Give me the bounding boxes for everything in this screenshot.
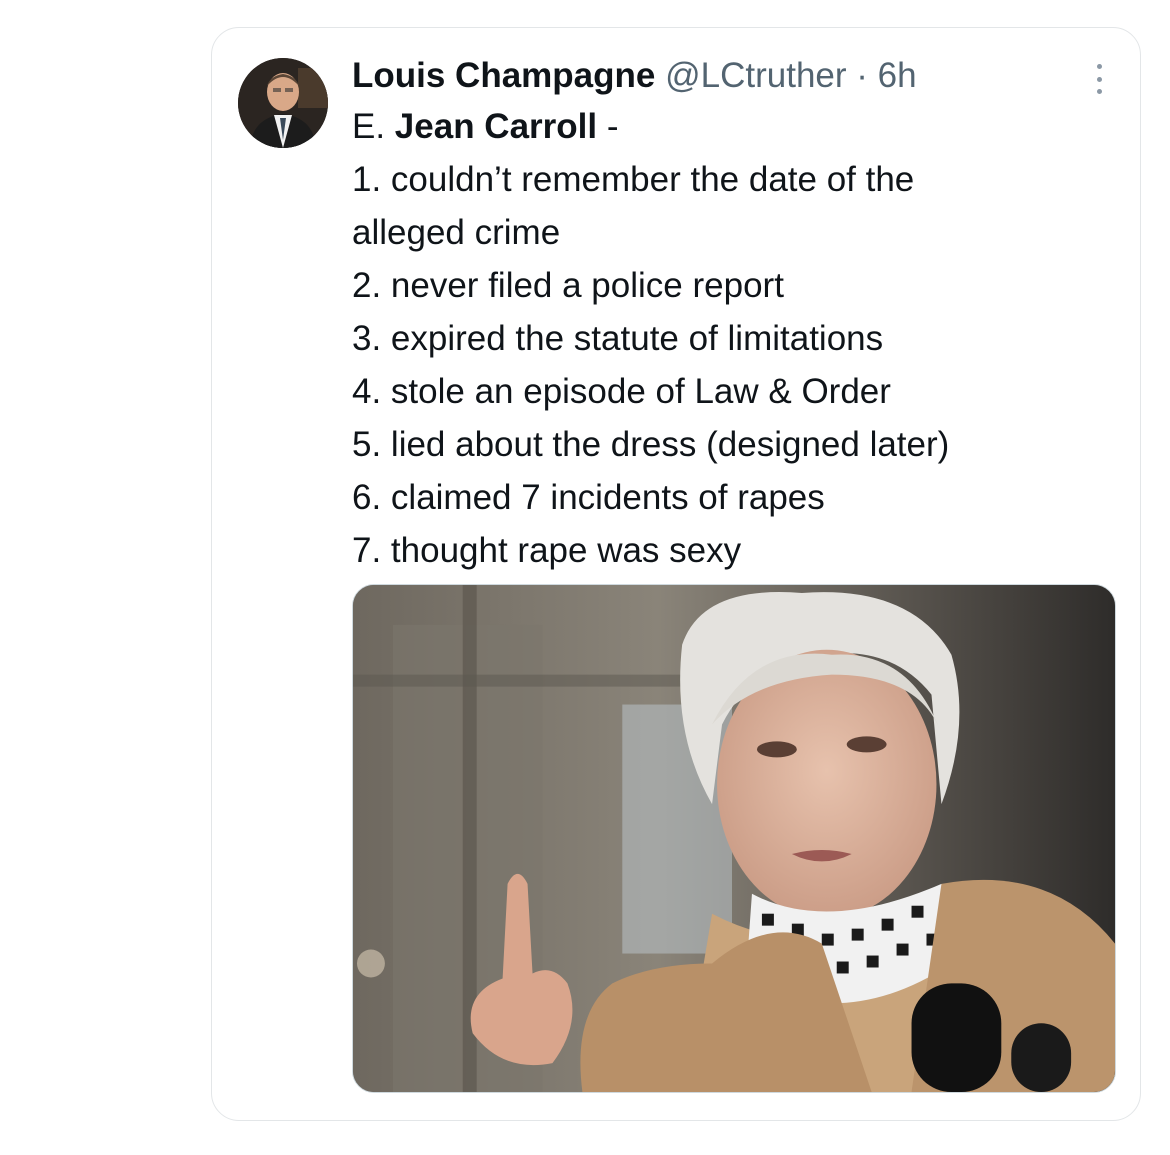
tweet-card[interactable]: Louis Champagne @LCtruther · 6h E. Jean …: [211, 27, 1141, 1121]
tweet-text: E. Jean Carroll - 1. couldn’t remember t…: [352, 100, 949, 577]
tweet-line: 6. claimed 7 incidents of rapes: [352, 478, 825, 517]
tweet-header: Louis Champagne @LCtruther · 6h: [352, 54, 917, 98]
tweet-line: 1. couldn’t remember the date of the: [352, 160, 915, 199]
subject-prefix: E.: [352, 107, 395, 146]
photo-image: [353, 585, 1115, 1092]
subject-name: Jean Carroll: [394, 107, 598, 146]
tweet-line: 4. stole an episode of Law & Order: [352, 372, 891, 411]
author-display-name[interactable]: Louis Champagne: [352, 56, 655, 95]
tweet-photo[interactable]: [352, 584, 1116, 1093]
avatar[interactable]: [238, 58, 328, 148]
author-handle[interactable]: @LCtruther: [665, 56, 846, 95]
avatar-image: [238, 58, 328, 148]
more-vertical-icon: [1096, 64, 1102, 69]
tweet-line: 2. never filed a police report: [352, 266, 784, 305]
tweet-line: 5. lied about the dress (designed later): [352, 425, 950, 464]
tweet-line: 7. thought rape was sexy: [352, 531, 742, 570]
more-options-button[interactable]: [1092, 64, 1106, 94]
tweet-timestamp[interactable]: 6h: [878, 56, 917, 95]
tweet-line: 3. expired the statute of limitations: [352, 319, 884, 358]
tweet-line: alleged crime: [352, 213, 561, 252]
tweet-subject-line: E. Jean Carroll -: [352, 100, 949, 153]
subject-suffix: -: [597, 107, 619, 146]
separator-dot: ·: [856, 56, 868, 95]
